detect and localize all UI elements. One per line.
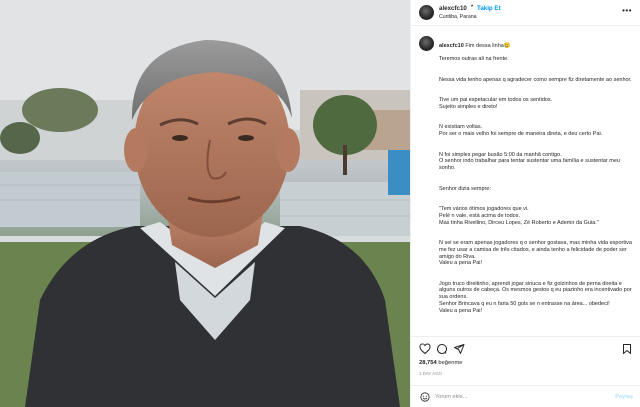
caption-paragraph: Senhor dizia sempre: [439,185,491,192]
likes-count[interactable]: 28,754 beğenme [419,360,463,366]
post-timestamp: 1 DAY AGO [419,371,443,376]
caption-emoji: 😢 [503,42,511,49]
caption-paragraph: Tive um pai espetacular em todos os sent… [439,97,553,110]
post-header: alexcfc10 • Takip Et Curitiba, Parana ••… [411,0,640,26]
likes-number: 28,754 [419,360,437,366]
caption-paragraph: Teremos outras ali na frente. [439,56,509,63]
caption-paragraph: "Tem vários ótimos jogadores que vi. Pel… [439,205,599,226]
emoji-icon[interactable] [420,392,430,402]
post-photo-illustration [0,0,410,407]
caption-avatar[interactable] [419,36,434,51]
comment-input[interactable] [435,391,595,403]
caption-paragraph: N existiam voltas. Por ser o mais velho … [439,124,603,138]
post-comment-button[interactable]: Paylaş [615,394,633,400]
send-icon[interactable] [453,343,465,355]
location-link[interactable]: Curitiba, Parana [439,14,477,20]
post-photo[interactable] [0,0,410,407]
caption-paragraph: Nessa vida tenho apenas q agradecer como… [439,76,632,83]
post-side-panel: alexcfc10 • Takip Et Curitiba, Parana ••… [410,0,640,407]
comment-bar: Paylaş [411,385,640,407]
caption-paragraph: N sei se eram apenas jogadores q o senho… [439,239,632,267]
likes-label: beğenme [438,360,463,366]
caption-paragraph: N foi simples pegar busão 5:00 da manhã … [439,151,620,172]
header-separator: • [471,4,474,10]
comment-icon[interactable] [436,343,448,355]
more-options-icon[interactable]: ••• [622,6,632,15]
post-actions [411,336,640,356]
caption-username[interactable]: alexcfc10 [439,43,464,49]
avatar[interactable] [419,5,434,20]
header-username[interactable]: alexcfc10 [439,5,467,12]
follow-button[interactable]: Takip Et [477,5,501,12]
heart-icon[interactable] [419,343,431,355]
caption-paragraph: Jogo truco direitinho, aprendi jogar sin… [439,280,632,314]
caption-text: alexcfc10 Fim dessa linha😢 Teremos outra… [439,36,635,328]
caption-lead: Fim dessa linha [465,42,504,49]
bookmark-icon[interactable] [621,343,633,355]
post-caption: alexcfc10 Fim dessa linha😢 Teremos outra… [411,32,640,332]
